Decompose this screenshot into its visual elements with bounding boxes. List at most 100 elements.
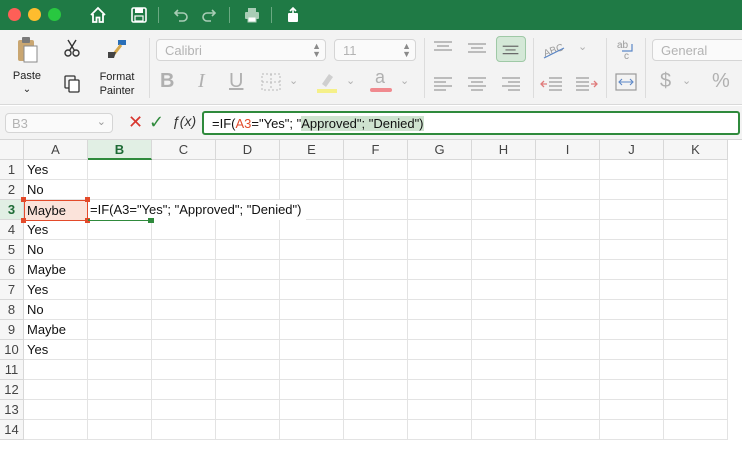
decrease-indent-icon[interactable] bbox=[540, 76, 564, 92]
cell-d11[interactable] bbox=[216, 360, 280, 380]
cell-b5[interactable] bbox=[88, 240, 152, 260]
row-header-3[interactable]: 3 bbox=[0, 200, 24, 220]
cell-j11[interactable] bbox=[600, 360, 664, 380]
cell-k5[interactable] bbox=[664, 240, 728, 260]
text-orientation-icon[interactable]: ABC bbox=[540, 38, 570, 60]
cell-d8[interactable] bbox=[216, 300, 280, 320]
cell-k8[interactable] bbox=[664, 300, 728, 320]
redo-icon[interactable] bbox=[200, 5, 220, 25]
cell-j2[interactable] bbox=[600, 180, 664, 200]
cell-c10[interactable] bbox=[152, 340, 216, 360]
cell-a1[interactable]: Yes bbox=[24, 160, 88, 180]
cell-f5[interactable] bbox=[344, 240, 408, 260]
borders-dropdown-chevron-icon[interactable]: ⌄ bbox=[289, 74, 298, 87]
cell-h4[interactable] bbox=[472, 220, 536, 240]
cell-f7[interactable] bbox=[344, 280, 408, 300]
borders-icon[interactable] bbox=[260, 72, 282, 92]
cell-g13[interactable] bbox=[408, 400, 472, 420]
cell-g8[interactable] bbox=[408, 300, 472, 320]
cell-i14[interactable] bbox=[536, 420, 600, 440]
cell-g2[interactable] bbox=[408, 180, 472, 200]
cell-f10[interactable] bbox=[344, 340, 408, 360]
cell-g5[interactable] bbox=[408, 240, 472, 260]
cell-h13[interactable] bbox=[472, 400, 536, 420]
align-bottom-button[interactable] bbox=[496, 36, 526, 62]
row-header-10[interactable]: 10 bbox=[0, 340, 24, 360]
cell-h8[interactable] bbox=[472, 300, 536, 320]
cell-k13[interactable] bbox=[664, 400, 728, 420]
row-header-14[interactable]: 14 bbox=[0, 420, 24, 440]
cell-d10[interactable] bbox=[216, 340, 280, 360]
cell-i1[interactable] bbox=[536, 160, 600, 180]
reference-resize-handle[interactable] bbox=[21, 197, 26, 202]
cell-j6[interactable] bbox=[600, 260, 664, 280]
column-header-g[interactable]: G bbox=[408, 140, 472, 160]
cell-d4[interactable] bbox=[216, 220, 280, 240]
cell-k2[interactable] bbox=[664, 180, 728, 200]
percent-format-button[interactable]: % bbox=[712, 70, 730, 93]
font-name-select[interactable]: Calibri ▲ ▼ bbox=[156, 39, 326, 61]
active-cell-b3-content[interactable]: =IF(A3="Yes"; "Approved"; "Denied") bbox=[90, 200, 306, 220]
cell-e11[interactable] bbox=[280, 360, 344, 380]
cell-c4[interactable] bbox=[152, 220, 216, 240]
cell-h6[interactable] bbox=[472, 260, 536, 280]
row-header-12[interactable]: 12 bbox=[0, 380, 24, 400]
row-header-11[interactable]: 11 bbox=[0, 360, 24, 380]
reference-resize-handle[interactable] bbox=[21, 218, 26, 223]
cell-c9[interactable] bbox=[152, 320, 216, 340]
paste-icon[interactable] bbox=[14, 36, 40, 64]
cell-a7[interactable]: Yes bbox=[24, 280, 88, 300]
column-header-j[interactable]: J bbox=[600, 140, 664, 160]
cell-i9[interactable] bbox=[536, 320, 600, 340]
cell-e14[interactable] bbox=[280, 420, 344, 440]
increase-indent-icon[interactable] bbox=[574, 76, 598, 92]
cell-j14[interactable] bbox=[600, 420, 664, 440]
cell-i10[interactable] bbox=[536, 340, 600, 360]
cell-h7[interactable] bbox=[472, 280, 536, 300]
highlight-color-icon[interactable] bbox=[314, 70, 340, 94]
cell-a4[interactable]: Yes bbox=[24, 220, 88, 240]
cell-c2[interactable] bbox=[152, 180, 216, 200]
column-header-d[interactable]: D bbox=[216, 140, 280, 160]
cell-b1[interactable] bbox=[88, 160, 152, 180]
row-header-1[interactable]: 1 bbox=[0, 160, 24, 180]
cell-f6[interactable] bbox=[344, 260, 408, 280]
font-color-dropdown-chevron-icon[interactable]: ⌄ bbox=[400, 74, 409, 87]
cell-c6[interactable] bbox=[152, 260, 216, 280]
number-format-select[interactable]: General bbox=[652, 39, 742, 61]
cell-j9[interactable] bbox=[600, 320, 664, 340]
cell-g14[interactable] bbox=[408, 420, 472, 440]
cell-a5[interactable]: No bbox=[24, 240, 88, 260]
cell-e7[interactable] bbox=[280, 280, 344, 300]
cell-h2[interactable] bbox=[472, 180, 536, 200]
cell-a11[interactable] bbox=[24, 360, 88, 380]
cell-f4[interactable] bbox=[344, 220, 408, 240]
cell-g10[interactable] bbox=[408, 340, 472, 360]
cell-d5[interactable] bbox=[216, 240, 280, 260]
row-header-9[interactable]: 9 bbox=[0, 320, 24, 340]
cell-k7[interactable] bbox=[664, 280, 728, 300]
cell-j1[interactable] bbox=[600, 160, 664, 180]
cell-b10[interactable] bbox=[88, 340, 152, 360]
cell-k10[interactable] bbox=[664, 340, 728, 360]
cell-f1[interactable] bbox=[344, 160, 408, 180]
cell-f9[interactable] bbox=[344, 320, 408, 340]
cell-b6[interactable] bbox=[88, 260, 152, 280]
cell-i7[interactable] bbox=[536, 280, 600, 300]
cell-a13[interactable] bbox=[24, 400, 88, 420]
column-header-e[interactable]: E bbox=[280, 140, 344, 160]
align-left-icon[interactable] bbox=[432, 76, 454, 92]
cell-k3[interactable] bbox=[664, 200, 728, 220]
cell-k9[interactable] bbox=[664, 320, 728, 340]
cell-h12[interactable] bbox=[472, 380, 536, 400]
cell-i8[interactable] bbox=[536, 300, 600, 320]
cell-e4[interactable] bbox=[280, 220, 344, 240]
save-icon[interactable] bbox=[129, 5, 149, 25]
undo-icon[interactable] bbox=[170, 5, 190, 25]
spreadsheet-grid[interactable]: A B C D E F G H I J K 1 Yes 2 No 3 4 Yes 5 No 6 Maybe 7 Yes 8 No 9… bbox=[0, 140, 742, 450]
cell-k14[interactable] bbox=[664, 420, 728, 440]
cell-i3[interactable] bbox=[536, 200, 600, 220]
cell-g12[interactable] bbox=[408, 380, 472, 400]
cut-icon[interactable] bbox=[62, 38, 82, 58]
cell-i2[interactable] bbox=[536, 180, 600, 200]
